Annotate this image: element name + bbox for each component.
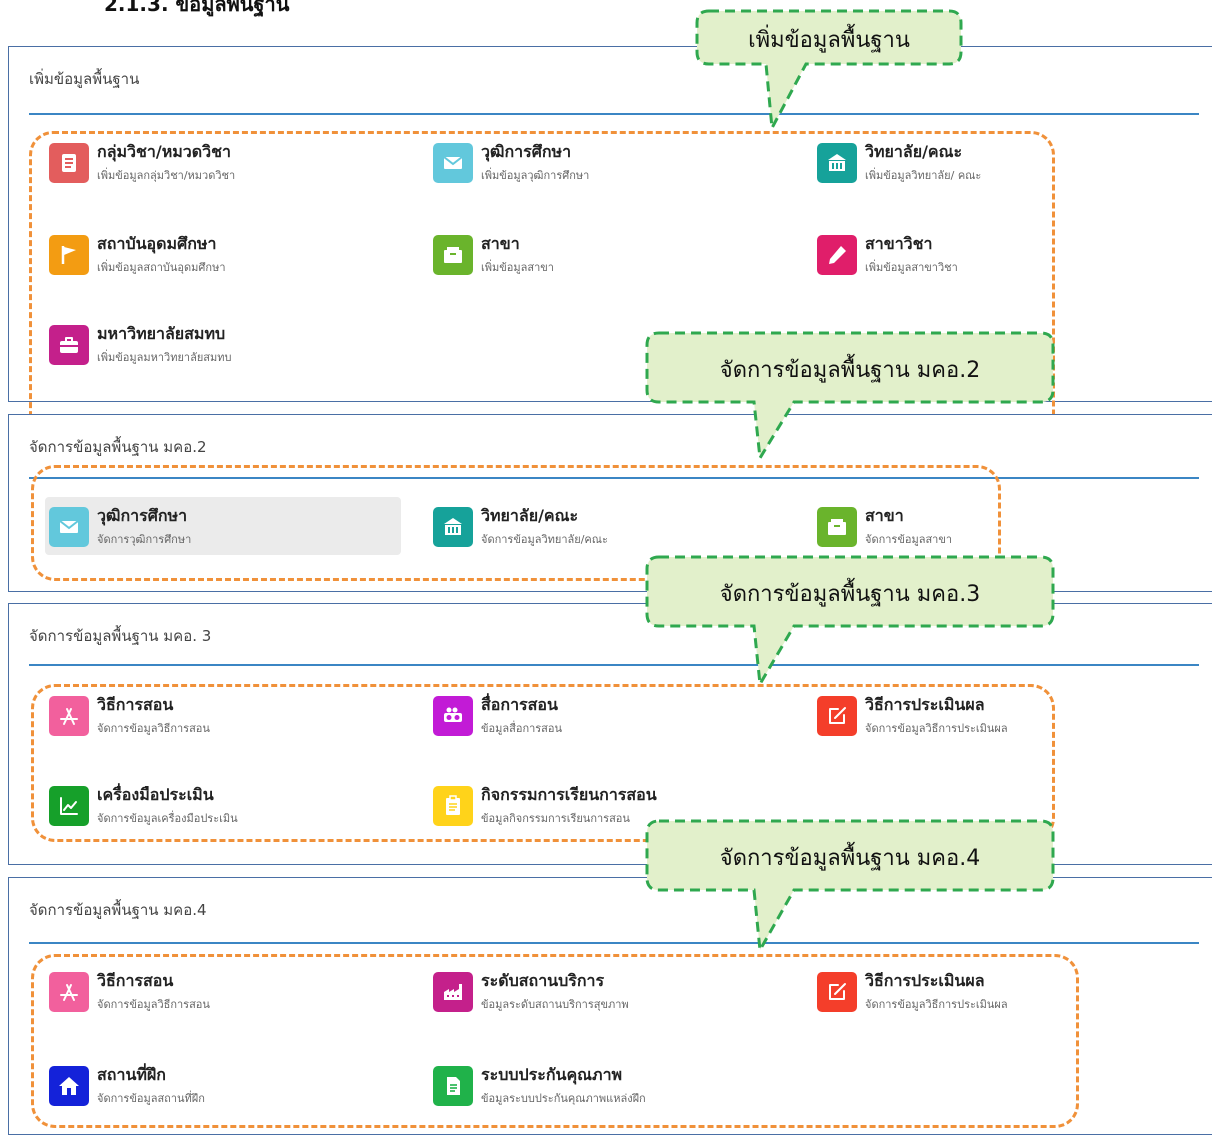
menu-item-label: มหาวิทยาลัยสมทบ — [97, 324, 226, 343]
menu-item-subtitle: จัดการข้อมูลวิธีการประเมินผล — [865, 722, 1008, 735]
menu-item-subtitle: ข้อมูลสื่อการสอน — [481, 722, 563, 735]
projector-icon — [433, 696, 473, 736]
clipboard-icon — [433, 786, 473, 826]
menu-item-1-6[interactable]: สาขาวิชาเพิ่มข้อมูลสาขาวิชา — [813, 225, 1169, 283]
menu-item-4-5[interactable]: ระบบประกันคุณภาพข้อมูลระบบประกันคุณภาพแห… — [429, 1056, 785, 1114]
menu-item-subtitle: เพิ่มข้อมูลสาขา — [481, 261, 554, 274]
inbox-icon — [817, 507, 857, 547]
menu-item-subtitle: ข้อมูลระดับสถานบริการสุขภาพ — [481, 998, 629, 1011]
menu-item-label: วุฒิการศึกษา — [481, 142, 572, 161]
menu-item-subtitle: จัดการข้อมูลวิธีการสอน — [97, 998, 210, 1011]
menu-item-subtitle: จัดการข้อมูลวิธีการประเมินผล — [865, 998, 1008, 1011]
edit-icon — [817, 972, 857, 1012]
app-store-icon — [49, 972, 89, 1012]
briefcase-icon — [49, 325, 89, 365]
menu-item-subtitle: จัดการข้อมูลวิทยาลัย/คณะ — [481, 533, 608, 546]
menu-item-3-3[interactable]: วิธีการประเมินผลจัดการข้อมูลวิธีการประเม… — [813, 686, 1169, 744]
menu-item-3-5[interactable]: กิจกรรมการเรียนการสอนข้อมูลกิจกรรมการเรี… — [429, 776, 785, 834]
menu-item-label: เครื่องมือประเมิน — [97, 785, 214, 804]
menu-item-4-1[interactable]: วิธีการสอนจัดการข้อมูลวิธีการสอน — [45, 962, 401, 1020]
menu-item-2-2[interactable]: วิทยาลัย/คณะจัดการข้อมูลวิทยาลัย/คณะ — [429, 497, 785, 555]
panel-divider — [29, 113, 1199, 115]
home-icon — [49, 1066, 89, 1106]
menu-item-subtitle: เพิ่มข้อมูลกลุ่มวิชา/หมวดวิชา — [97, 169, 236, 182]
factory-icon — [433, 972, 473, 1012]
panel-divider — [29, 477, 1199, 479]
document-icon — [433, 1066, 473, 1106]
menu-item-subtitle: จัดการข้อมูลสาขา — [865, 533, 953, 546]
menu-item-subtitle: เพิ่มข้อมูลสถาบันอุดมศึกษา — [97, 261, 226, 274]
edit-icon — [817, 696, 857, 736]
menu-item-2-1[interactable]: วุฒิการศึกษาจัดการวุฒิการศึกษา — [45, 497, 401, 555]
menu-item-subtitle: จัดการข้อมูลสถานที่ฝึก — [97, 1092, 205, 1105]
menu-item-label: สาขา — [865, 506, 904, 525]
notebook-icon — [49, 143, 89, 183]
menu-item-label: วิทยาลัย/คณะ — [481, 506, 579, 525]
chart-icon — [49, 786, 89, 826]
menu-item-label: สาขา — [481, 234, 520, 253]
menu-item-label: สื่อการสอน — [481, 695, 558, 714]
menu-item-label: กิจกรรมการเรียนการสอน — [481, 785, 657, 804]
menu-item-3-1[interactable]: วิธีการสอนจัดการข้อมูลวิธีการสอน — [45, 686, 401, 744]
envelope-icon — [49, 507, 89, 547]
menu-item-label: ระบบประกันคุณภาพ — [481, 1065, 623, 1084]
menu-item-subtitle: จัดการวุฒิการศึกษา — [97, 533, 192, 546]
menu-item-subtitle: จัดการข้อมูลเครื่องมือประเมิน — [97, 812, 238, 825]
menu-item-label: สาขาวิชา — [865, 234, 933, 253]
menu-item-1-2[interactable]: วุฒิการศึกษาเพิ่มข้อมูลวุฒิการศึกษา — [429, 133, 785, 191]
menu-item-label: วิทยาลัย/คณะ — [865, 142, 963, 161]
inbox-icon — [433, 235, 473, 275]
panel-divider — [29, 942, 1199, 944]
menu-item-subtitle: เพิ่มข้อมูลวิทยาลัย/ คณะ — [865, 169, 982, 182]
menu-item-label: วิธีการประเมินผล — [865, 971, 985, 990]
menu-item-3-2[interactable]: สื่อการสอนข้อมูลสื่อการสอน — [429, 686, 785, 744]
building-icon — [817, 143, 857, 183]
panel-3: จัดการข้อมูลพื้นฐาน มคอ. 3 วิธีการสอนจัดก… — [8, 603, 1212, 865]
menu-item-label: วิธีการประเมินผล — [865, 695, 985, 714]
panel-title: จัดการข้อมูลพื้นฐาน มคอ.2 — [29, 438, 207, 456]
menu-item-label: วุฒิการศึกษา — [97, 506, 188, 525]
menu-item-1-5[interactable]: สาขาเพิ่มข้อมูลสาขา — [429, 225, 785, 283]
menu-item-label: สถานที่ฝึก — [97, 1065, 166, 1084]
menu-item-3-4[interactable]: เครื่องมือประเมินจัดการข้อมูลเครื่องมือป… — [45, 776, 401, 834]
menu-item-label: กลุ่มวิชา/หมวดวิชา — [97, 142, 232, 161]
panel-4: จัดการข้อมูลพื้นฐาน มคอ.4 วิธีการสอนจัดกา… — [8, 877, 1212, 1135]
menu-item-4-4[interactable]: สถานที่ฝึกจัดการข้อมูลสถานที่ฝึก — [45, 1056, 401, 1114]
menu-item-label: สถาบันอุดมศึกษา — [97, 234, 217, 253]
envelope-icon — [433, 143, 473, 183]
menu-item-subtitle: จัดการข้อมูลวิธีการสอน — [97, 722, 210, 735]
menu-item-1-4[interactable]: สถาบันอุดมศึกษาเพิ่มข้อมูลสถาบันอุดมศึกษ… — [45, 225, 401, 283]
menu-item-4-2[interactable]: ระดับสถานบริการข้อมูลระดับสถานบริการสุขภ… — [429, 962, 785, 1020]
menu-item-2-3[interactable]: สาขาจัดการข้อมูลสาขา — [813, 497, 1169, 555]
menu-item-subtitle: เพิ่มข้อมูลสาขาวิชา — [865, 261, 958, 274]
panel-divider — [29, 664, 1199, 666]
menu-item-subtitle: เพิ่มข้อมูลมหาวิทยาลัยสมทบ — [97, 351, 232, 364]
menu-item-label: วิธีการสอน — [97, 695, 174, 714]
panel-1: เพิ่มข้อมูลพื้นฐานกลุ่มวิชา/หมวดวิชาเพิ่… — [8, 46, 1212, 443]
app-store-icon — [49, 696, 89, 736]
panel-2: จัดการข้อมูลพื้นฐาน มคอ.2 วุฒิการศึกษาจัด… — [8, 414, 1212, 592]
pencil-icon — [817, 235, 857, 275]
menu-item-subtitle: เพิ่มข้อมูลวุฒิการศึกษา — [481, 169, 590, 182]
panel-title: เพิ่มข้อมูลพื้นฐาน — [29, 70, 140, 88]
menu-item-label: ระดับสถานบริการ — [481, 971, 605, 990]
section-heading: 2.1.3. ข้อมูลพื้นฐาน — [104, 0, 290, 16]
panel-title: จัดการข้อมูลพื้นฐาน มคอ. 3 — [29, 627, 212, 645]
panel-title: จัดการข้อมูลพื้นฐาน มคอ.4 — [29, 901, 207, 919]
menu-item-label: วิธีการสอน — [97, 971, 174, 990]
menu-item-subtitle: ข้อมูลกิจกรรมการเรียนการสอน — [481, 812, 630, 825]
menu-item-1-3[interactable]: วิทยาลัย/คณะเพิ่มข้อมูลวิทยาลัย/ คณะ — [813, 133, 1169, 191]
menu-item-1-1[interactable]: กลุ่มวิชา/หมวดวิชาเพิ่มข้อมูลกลุ่มวิชา/ห… — [45, 133, 401, 191]
building-icon — [433, 507, 473, 547]
menu-item-subtitle: ข้อมูลระบบประกันคุณภาพแหล่งฝึก — [481, 1092, 646, 1105]
flag-icon — [49, 235, 89, 275]
menu-item-1-7[interactable]: มหาวิทยาลัยสมทบเพิ่มข้อมูลมหาวิทยาลัยสมท… — [45, 315, 401, 373]
menu-item-4-3[interactable]: วิธีการประเมินผลจัดการข้อมูลวิธีการประเม… — [813, 962, 1169, 1020]
